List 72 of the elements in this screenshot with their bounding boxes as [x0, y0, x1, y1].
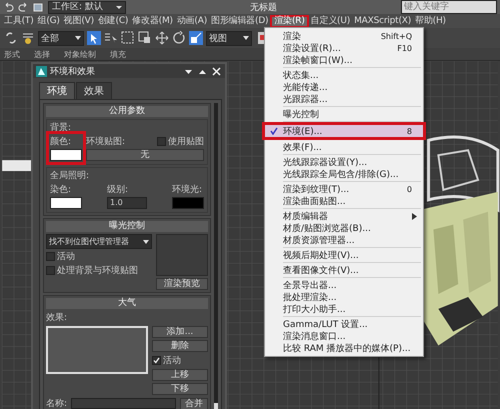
menu-item[interactable]: 批处理渲染... — [265, 291, 423, 303]
exposure-dropdown[interactable]: 找不到位图代理管理器 — [46, 234, 152, 249]
ribbon-tab[interactable]: 选择 — [34, 48, 50, 60]
ribbon-tab[interactable]: 填充 — [110, 48, 126, 60]
menu-bar-item[interactable]: 修改器(M) — [130, 14, 175, 28]
group-label: 效果: — [46, 312, 68, 324]
ribbon-tab[interactable]: 形式 — [4, 48, 20, 60]
group-label: 背景: — [50, 122, 72, 134]
menu-bar-item[interactable]: MAXScript(X) — [352, 14, 414, 28]
render-preview-button[interactable]: 渲染预览 — [156, 278, 208, 290]
menu-item[interactable]: 渲染帧窗口(W)... — [265, 54, 423, 66]
move-up-button[interactable]: 上移 — [152, 369, 208, 381]
menu-bar-item[interactable]: 动画(A) — [174, 14, 210, 28]
map-button[interactable]: 无 — [86, 149, 204, 161]
reference-system-dropdown[interactable]: 视图 — [206, 30, 252, 46]
group-label: 全局照明: — [50, 170, 90, 182]
menu-item[interactable]: 效果(F)... — [265, 141, 423, 153]
checkbox-label: 活动 — [163, 354, 181, 367]
menu-item[interactable]: 全景导出器... — [265, 279, 423, 291]
merge-button[interactable]: 合并 — [180, 398, 208, 409]
menu-item[interactable]: 渲染曲面贴图... — [265, 195, 423, 207]
move-down-button[interactable]: 下移 — [152, 383, 208, 395]
menu-item[interactable]: 光能传递... — [265, 81, 423, 93]
rollout-header[interactable]: 大气 — [46, 298, 208, 309]
menu-item[interactable]: 光跟踪器... — [265, 93, 423, 105]
menu-bar-item[interactable]: 图形编辑器(D) — [209, 14, 270, 28]
menu-item[interactable]: 渲染到纹理(T)... 0 — [265, 183, 423, 195]
window-title: 无标题 — [249, 2, 278, 14]
menu-item[interactable]: 曝光控制 — [265, 108, 423, 120]
menu-item[interactable]: 光线跟踪全局包含/排除(G)... — [265, 168, 423, 180]
menu-item[interactable]: 打印大小助手... — [265, 303, 423, 315]
field-label: 环境光: — [172, 184, 204, 196]
ribbon-tab[interactable]: 对象绘制 — [64, 48, 96, 60]
field-label: 环境贴图: — [86, 136, 126, 148]
rollout-header[interactable]: 公用参数 — [46, 106, 208, 117]
menu-item[interactable]: 渲染设置(R)... F10 — [265, 42, 423, 54]
dialog-title: 环境和效果 — [50, 66, 96, 78]
field-label: 染色: — [50, 184, 72, 196]
checkbox-label: 使用贴图 — [168, 136, 204, 148]
field-label: 级别: — [107, 184, 130, 196]
menu-item[interactable]: 视频后期处理(V)... — [265, 249, 423, 261]
tab[interactable]: 效果 — [76, 82, 112, 99]
menu-item[interactable]: 材质/贴图浏览器(B)... — [265, 222, 423, 234]
rollout-header[interactable]: 曝光控制 — [46, 221, 208, 232]
menu-bar-item[interactable]: 组(G) — [36, 14, 62, 28]
menu-bar-item[interactable]: 自定义(U) — [308, 14, 352, 28]
menu-bar-item[interactable]: 帮助(H) — [413, 14, 448, 28]
menu-item[interactable]: 渲染 Shift+Q — [265, 30, 423, 42]
tab[interactable]: 环境 — [39, 82, 75, 99]
search-field[interactable]: 键入关键字 — [401, 0, 497, 14]
menu-item[interactable]: 渲染消息窗口... — [265, 330, 423, 342]
menu-bar-item[interactable]: 创建(C) — [96, 14, 130, 28]
menu-bar-item[interactable]: 渲染(R) — [270, 14, 309, 28]
menu-item[interactable]: 状态集... — [265, 69, 423, 81]
checkbox-label: 处理背景与环境贴图 — [57, 264, 138, 277]
menu-item[interactable]: Gamma/LUT 设置... — [265, 318, 423, 330]
workspace-dropdown[interactable]: 工作区: 默认 — [48, 0, 126, 14]
menu-bar-item[interactable]: 视图(V) — [62, 14, 96, 28]
menu-item[interactable]: 环境(E)... 8 — [265, 125, 423, 137]
add-button[interactable]: 添加... — [152, 326, 208, 338]
selection-filter-dropdown[interactable]: 全部 — [38, 30, 84, 46]
menu-item[interactable]: 查看图像文件(V)... — [265, 264, 423, 276]
field-label: 颜色: — [50, 136, 72, 148]
level-spinner[interactable]: 1.0 — [107, 197, 147, 209]
menu-bar-item[interactable]: 工具(T) — [2, 14, 36, 28]
checkbox-label: 活动 — [57, 250, 75, 263]
delete-button[interactable]: 删除 — [152, 340, 208, 352]
menu-item[interactable]: 材质资源管理器... — [265, 234, 423, 246]
field-label: 名称: — [46, 398, 68, 409]
menu-item[interactable]: 材质编辑器 — [265, 210, 423, 222]
menu-item[interactable]: 比较 RAM 播放器中的媒体(P)... — [265, 342, 423, 354]
menu-item[interactable]: 光线跟踪器设置(Y)... — [265, 156, 423, 168]
